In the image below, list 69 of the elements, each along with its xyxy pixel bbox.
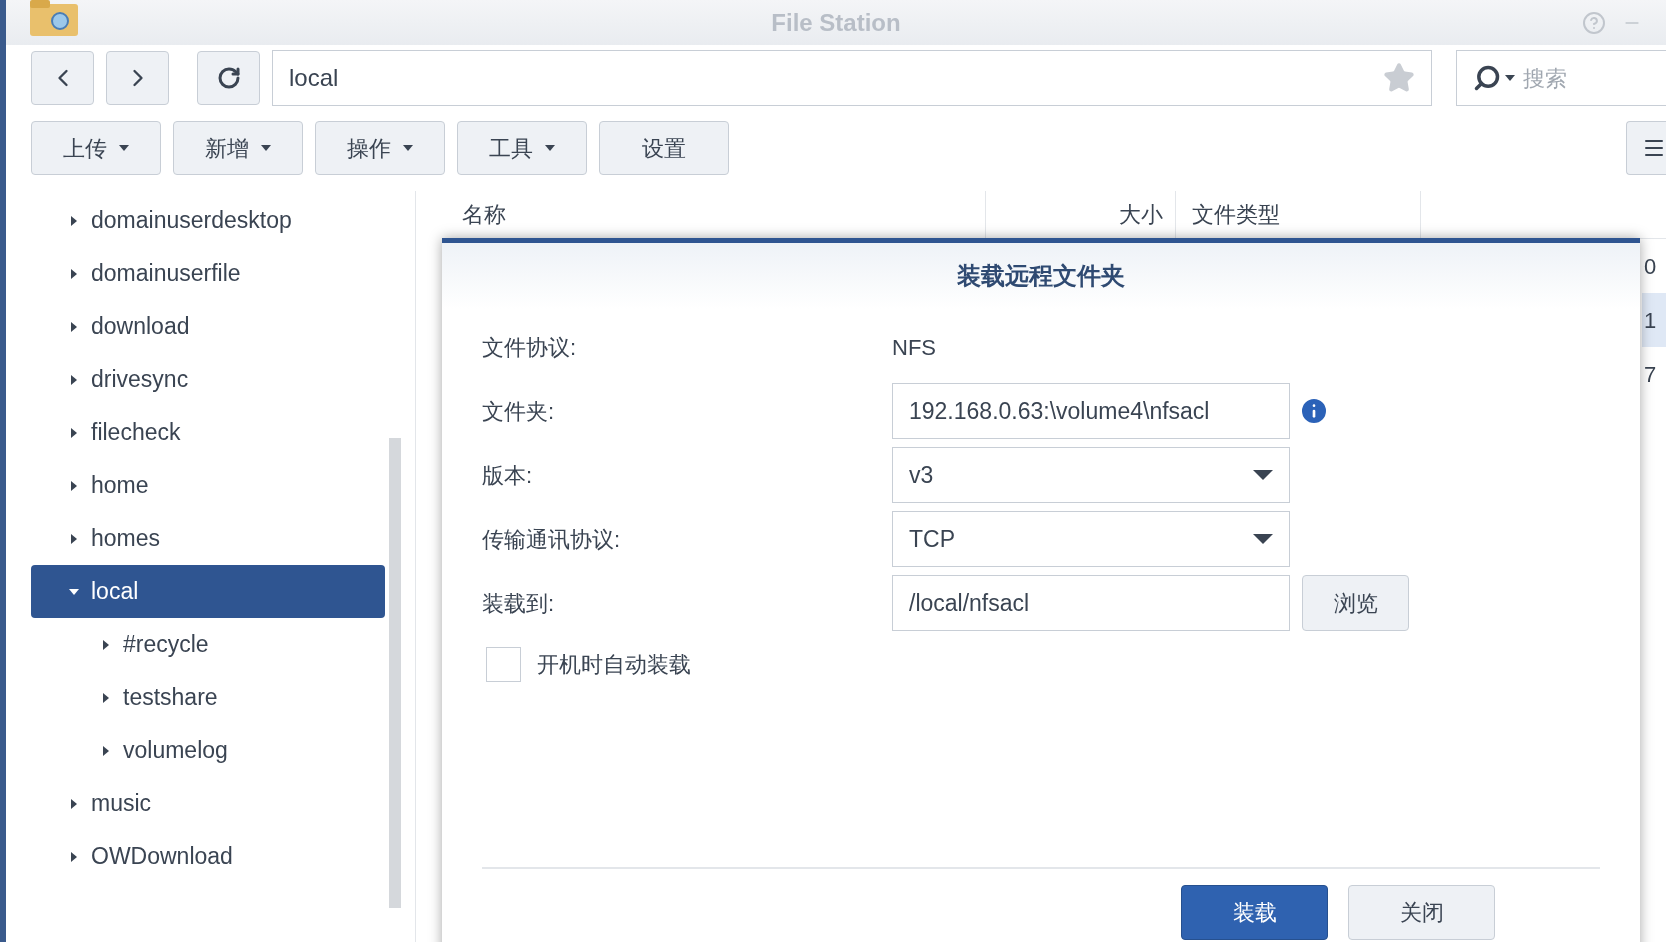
search-icon xyxy=(1473,64,1501,92)
checkbox[interactable] xyxy=(486,646,521,682)
field-label: 装载到: xyxy=(482,589,556,618)
caret-right-icon[interactable] xyxy=(69,215,79,226)
close-button[interactable]: 关闭 xyxy=(1348,885,1495,940)
toolbar-button[interactable]: 设置 xyxy=(599,121,729,175)
caret-right-icon[interactable] xyxy=(69,321,79,332)
table-row[interactable]: 0 xyxy=(1642,239,1666,293)
table-cell-text: 1 xyxy=(1644,306,1657,335)
browse-button[interactable]: 浏览 xyxy=(1302,575,1409,631)
caret-down-icon xyxy=(1505,75,1515,81)
window-title: File Station xyxy=(771,7,901,38)
checkbox-label: 开机时自动装载 xyxy=(537,650,691,679)
dropdown-arrow-icon xyxy=(1253,470,1273,480)
folder-tree-item[interactable]: domainuserdesktop xyxy=(31,194,385,247)
caret-right-icon[interactable] xyxy=(101,639,111,650)
refresh-icon xyxy=(216,66,241,90)
field-label: 传输通讯协议: xyxy=(482,525,622,554)
toolbar-button[interactable]: 工具 xyxy=(457,121,587,175)
table-row[interactable]: 7 xyxy=(1642,347,1666,401)
table-cell-text: 7 xyxy=(1644,360,1657,389)
caret-down-icon xyxy=(545,145,555,151)
table-cell-text: 0 xyxy=(1644,252,1657,281)
field-label: 文件协议: xyxy=(482,333,578,362)
mount-path-input-field[interactable]: /local/nfsacl xyxy=(892,575,1290,631)
folder-tree-item[interactable]: OWDownload xyxy=(31,830,385,883)
caret-right-icon[interactable] xyxy=(69,480,79,491)
folder-tree-item[interactable]: testshare xyxy=(31,671,385,724)
toolbar-button[interactable]: 上传 xyxy=(31,121,161,175)
folder-tree-item[interactable]: download xyxy=(31,300,385,353)
path-field[interactable]: local xyxy=(272,50,1432,106)
caret-right-icon[interactable] xyxy=(69,268,79,279)
folder-tree-item[interactable]: volumelog xyxy=(31,724,385,777)
folder-tree-item[interactable]: local xyxy=(31,565,385,618)
caret-down-icon xyxy=(261,145,271,151)
caret-right-icon[interactable] xyxy=(69,533,79,544)
caret-right-icon[interactable] xyxy=(69,798,79,809)
field-label: 文件夹: xyxy=(482,397,556,426)
refresh-button[interactable] xyxy=(197,51,260,105)
caret-down-icon[interactable] xyxy=(69,586,79,597)
folder-tree-item[interactable]: music xyxy=(31,777,385,830)
folder-app-icon xyxy=(30,0,80,38)
caret-right-icon[interactable] xyxy=(101,692,111,703)
toolbar-button[interactable]: 新增 xyxy=(173,121,303,175)
folder-tree-item[interactable]: homes xyxy=(31,512,385,565)
caret-right-icon[interactable] xyxy=(69,374,79,385)
caret-down-icon xyxy=(403,145,413,151)
favorite-star-icon[interactable] xyxy=(1383,62,1415,94)
dialog-title: 装载远程文件夹 xyxy=(957,261,1125,291)
mount-button[interactable]: 装载 xyxy=(1181,885,1328,940)
folder-tree-item[interactable]: filecheck xyxy=(31,406,385,459)
folder-tree-item[interactable]: home xyxy=(31,459,385,512)
protocol-value: NFS xyxy=(892,333,936,362)
scrollbar[interactable] xyxy=(389,438,401,908)
table-row[interactable]: 1 xyxy=(1642,293,1666,347)
folder-tree-item[interactable]: domainuserfile xyxy=(31,247,385,300)
dropdown-field[interactable]: TCP xyxy=(892,511,1290,567)
caret-down-icon xyxy=(119,145,129,151)
dropdown-field[interactable]: v3 xyxy=(892,447,1290,503)
caret-right-icon[interactable] xyxy=(101,745,111,756)
dropdown-arrow-icon xyxy=(1253,534,1273,544)
folder-tree-item[interactable]: #recycle xyxy=(31,618,385,671)
caret-right-icon[interactable] xyxy=(69,851,79,862)
folder-tree-item[interactable]: drivesync xyxy=(31,353,385,406)
toolbar-button[interactable]: 操作 xyxy=(315,121,445,175)
field-label: 版本: xyxy=(482,461,534,490)
caret-right-icon[interactable] xyxy=(69,427,79,438)
folder-input-field[interactable]: 192.168.0.63:\volume4\nfsacl xyxy=(892,383,1290,439)
view-menu-button[interactable] xyxy=(1626,121,1666,175)
